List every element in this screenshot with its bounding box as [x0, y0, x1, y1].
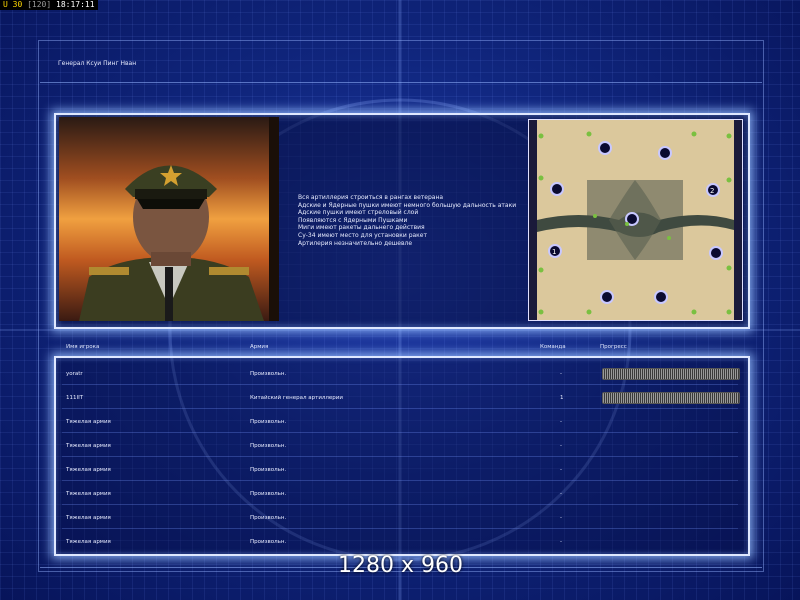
fps-limit: [120]	[27, 0, 52, 9]
player-name[interactable]: yoratr	[66, 371, 83, 377]
fps-counter: U 30 [120] 18:17:11	[0, 0, 98, 10]
player-army[interactable]: Произвольн.	[250, 515, 286, 521]
player-name[interactable]: 111IIT	[66, 395, 83, 401]
table-row: yoratr Произвольн. -	[56, 361, 744, 385]
player-team[interactable]: -	[560, 467, 562, 473]
table-row: Тяжелая армия Произвольн. -	[56, 481, 744, 505]
header-team: Команда	[540, 344, 566, 350]
spawn-label-1: 1	[552, 248, 556, 256]
player-name[interactable]: Тяжелая армия	[66, 419, 111, 425]
clock: 18:17:11	[56, 0, 95, 9]
player-team[interactable]: -	[560, 371, 562, 377]
player-army[interactable]: Произвольн.	[250, 467, 286, 473]
progress-bar	[602, 392, 740, 404]
player-team[interactable]: -	[560, 539, 562, 545]
description-line: Су-34 имеют место для установки ракет	[298, 231, 427, 239]
table-row: Тяжелая армия Произвольн. -	[56, 409, 744, 433]
player-army[interactable]: Китайский генерал артиллерии	[250, 395, 343, 401]
description-line: Появляются с Ядерными Пушками	[298, 216, 408, 224]
player-army[interactable]: Произвольн.	[250, 371, 286, 377]
description-line: Миги имеют ракеты дальнего действия	[298, 224, 425, 232]
player-team[interactable]: -	[560, 443, 562, 449]
player-name[interactable]: Тяжелая армия	[66, 515, 111, 521]
general-portrait	[59, 117, 279, 321]
header-army: Армия	[250, 344, 269, 350]
table-row: Тяжелая армия Произвольн. -	[56, 529, 744, 553]
player-army[interactable]: Произвольн.	[250, 539, 286, 545]
player-army[interactable]: Произвольн.	[250, 443, 286, 449]
player-army[interactable]: Произвольн.	[250, 419, 286, 425]
fps-value: U 30	[3, 0, 23, 9]
description-line: Артилерия незначительно дешевле	[298, 239, 413, 247]
player-army[interactable]: Произвольн.	[250, 491, 286, 497]
description-line: Вся артиллерия строиться в рангах ветера…	[298, 194, 444, 201]
header-player-name: Имя игрока	[66, 344, 100, 350]
player-name[interactable]: Тяжелая армия	[66, 491, 111, 497]
player-team[interactable]: -	[560, 491, 562, 497]
resolution-watermark: 1280 x 960	[338, 553, 463, 578]
table-row: 111IIT Китайский генерал артиллерии 1	[56, 385, 744, 409]
page-title: Генерал Ксуи Пинг Нван	[58, 60, 137, 67]
player-name[interactable]: Тяжелая армия	[66, 443, 111, 449]
header-divider	[40, 82, 762, 83]
table-row: Тяжелая армия Произвольн. -	[56, 457, 744, 481]
general-description: Вся артиллерия строиться в рангах ветера…	[298, 194, 516, 247]
table-row: Тяжелая армия Произвольн. -	[56, 505, 744, 529]
player-team[interactable]: 1	[560, 395, 564, 401]
description-line: Адские и Ядерные пушки имеют немного бол…	[298, 201, 517, 209]
player-name[interactable]: Тяжелая армия	[66, 539, 111, 545]
minimap[interactable]: 1 2	[528, 119, 743, 321]
player-team[interactable]: -	[560, 515, 562, 521]
player-name[interactable]: Тяжелая армия	[66, 467, 111, 473]
player-team[interactable]: -	[560, 419, 562, 425]
description-line: Адские пушки имеют стреловый слой	[298, 209, 419, 217]
progress-bar	[602, 368, 740, 380]
spawn-label-2: 2	[710, 187, 714, 195]
header-progress: Прогресс	[600, 344, 627, 350]
table-row: Тяжелая армия Произвольн. -	[56, 433, 744, 457]
